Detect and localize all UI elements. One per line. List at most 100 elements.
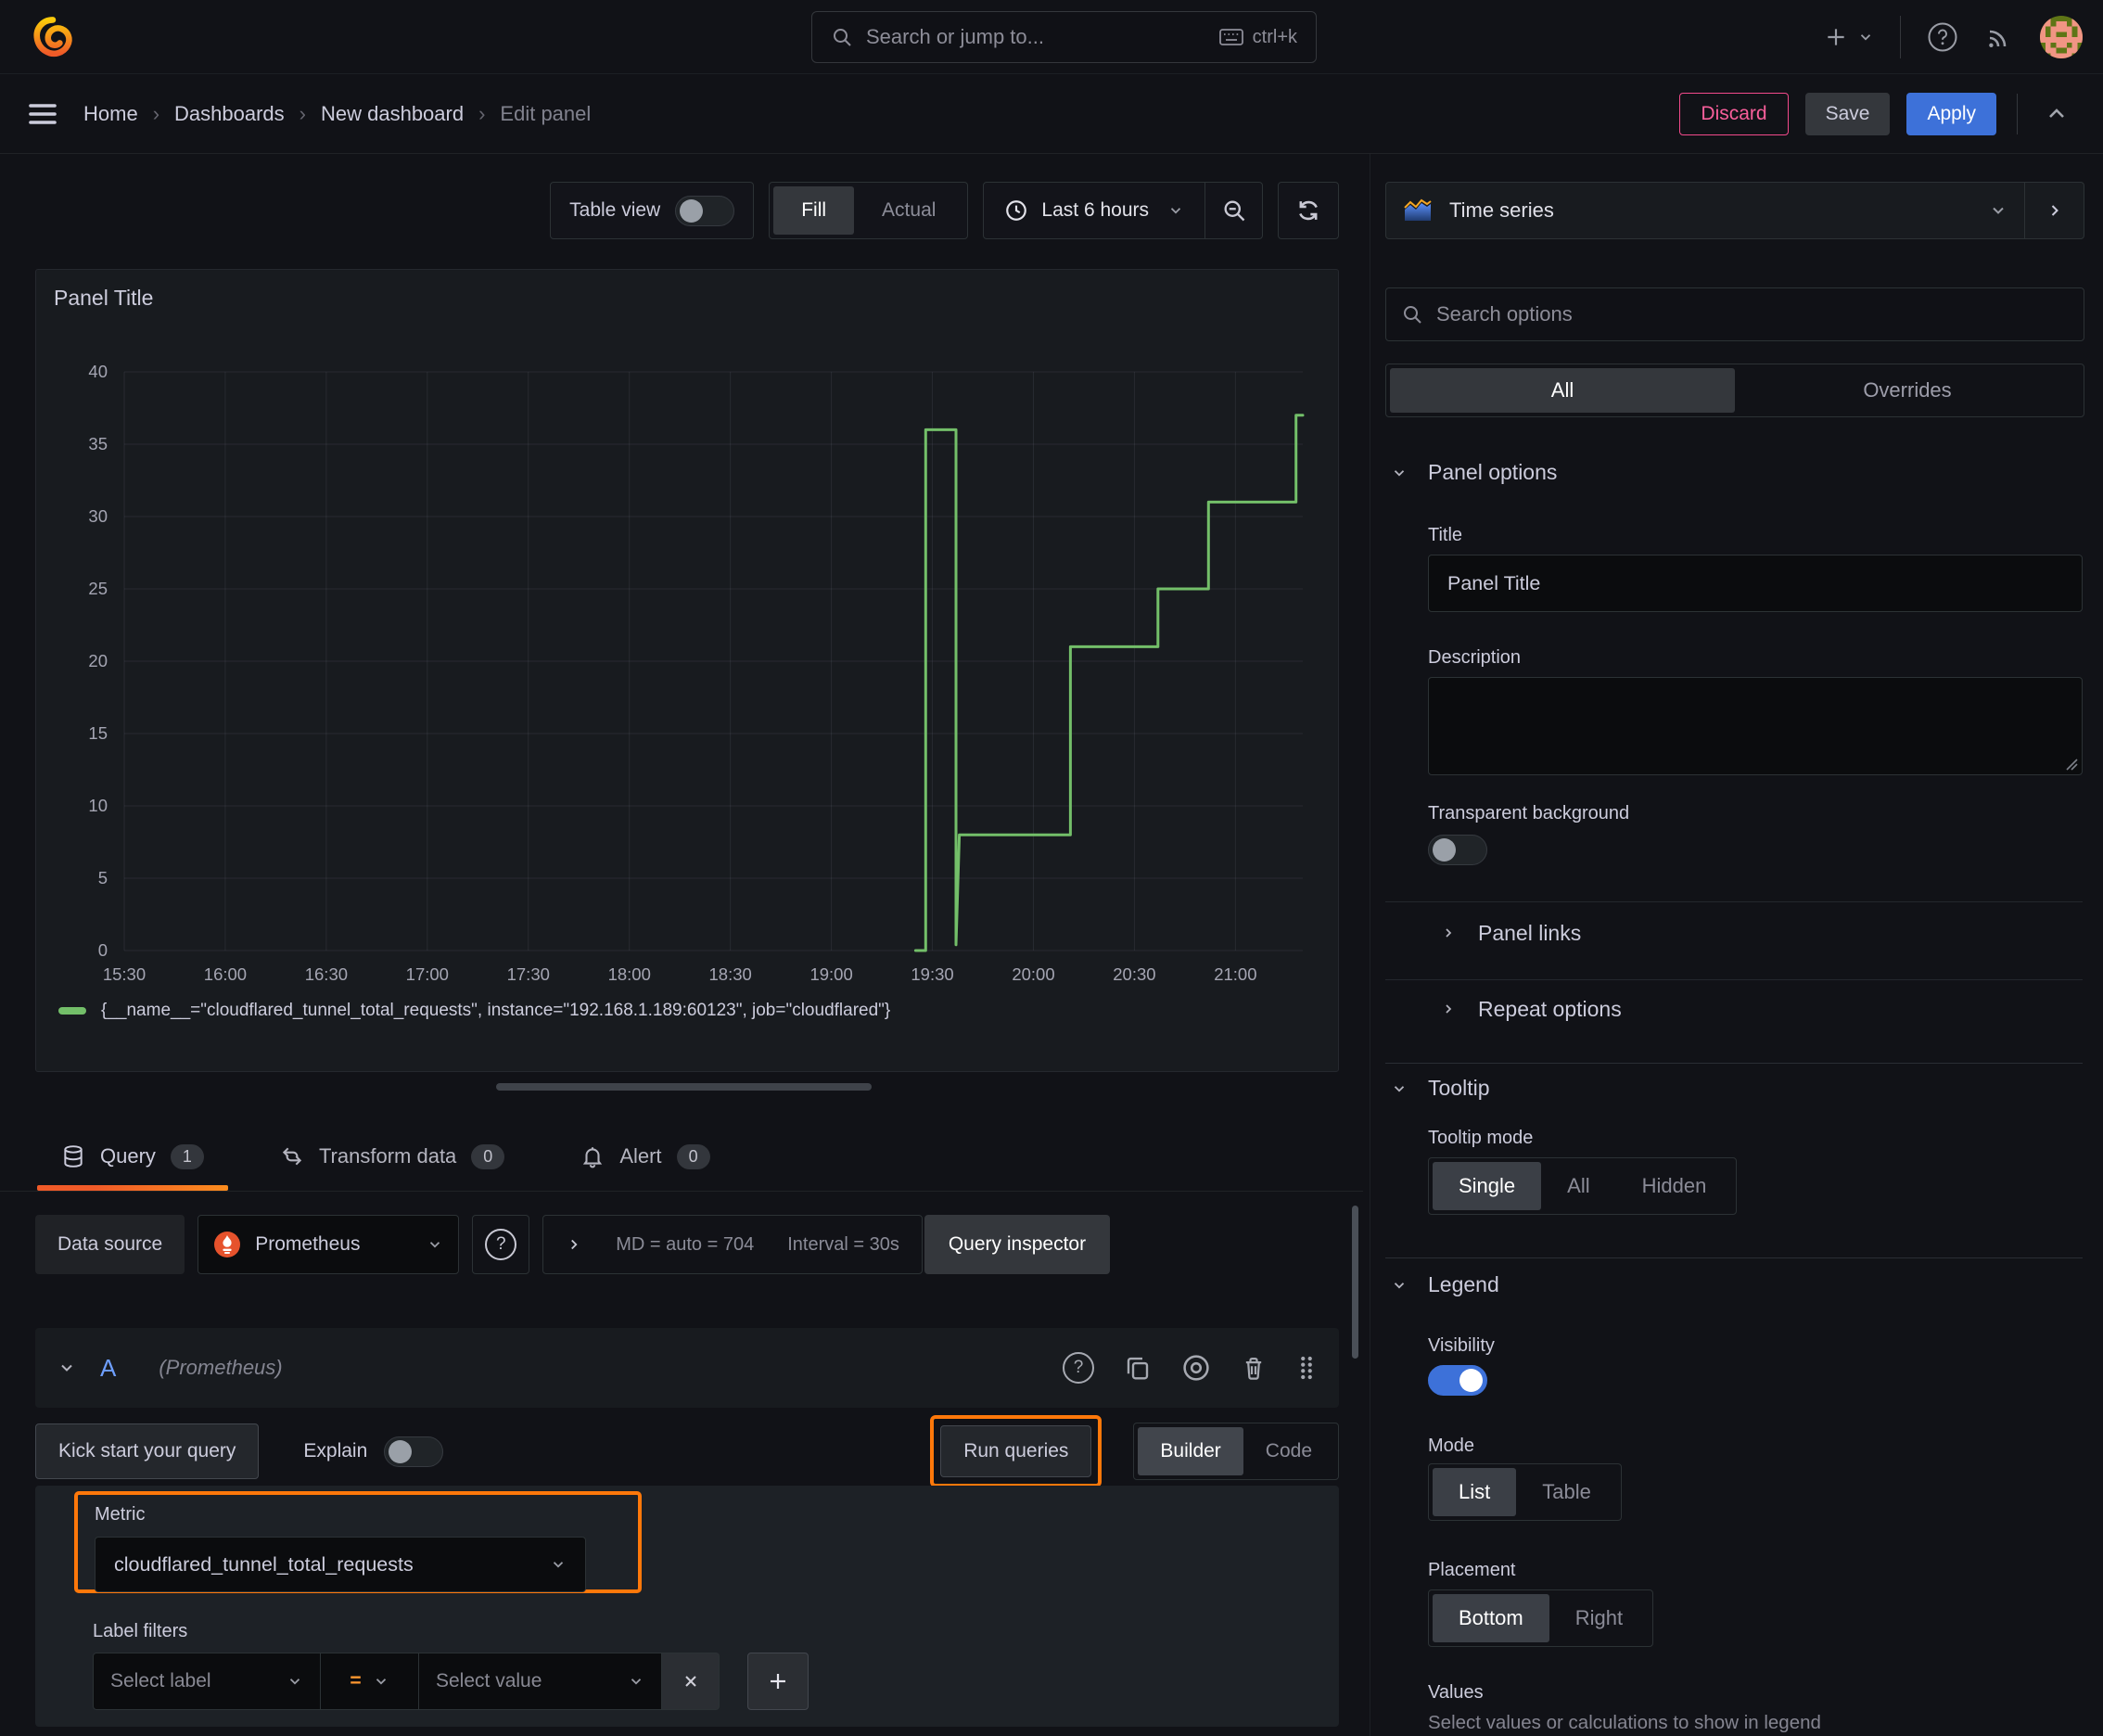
select-value-dropdown[interactable]: Select value bbox=[419, 1653, 662, 1710]
refresh-button[interactable] bbox=[1278, 182, 1339, 239]
tab-all[interactable]: All bbox=[1390, 368, 1735, 413]
tab-transform-data[interactable]: Transform data 0 bbox=[256, 1122, 529, 1191]
breadcrumb-home[interactable]: Home bbox=[83, 102, 138, 126]
news-rss-icon[interactable] bbox=[1984, 22, 2014, 52]
search-shortcut: ctrl+k bbox=[1218, 27, 1297, 48]
tabs-bottom-border bbox=[0, 1191, 1363, 1192]
svg-text:35: 35 bbox=[88, 434, 108, 453]
query-editor-body: Metric cloudflared_tunnel_total_requests… bbox=[35, 1486, 1339, 1727]
visualization-value: Time series bbox=[1449, 198, 1554, 222]
tooltip-single-option[interactable]: Single bbox=[1433, 1162, 1542, 1210]
query-inspector-button[interactable]: Query inspector bbox=[924, 1215, 1111, 1274]
tooltip-section-header[interactable]: Tooltip bbox=[1391, 1076, 1489, 1101]
fill-option[interactable]: Fill bbox=[773, 186, 855, 235]
save-button[interactable]: Save bbox=[1804, 93, 1891, 135]
tab-query[interactable]: Query 1 bbox=[37, 1122, 228, 1191]
code-option[interactable]: Code bbox=[1243, 1427, 1334, 1475]
metric-highlight-box: Metric cloudflared_tunnel_total_requests bbox=[74, 1491, 642, 1593]
discard-button[interactable]: Discard bbox=[1679, 93, 1789, 135]
viz-suggestions-button[interactable] bbox=[2024, 183, 2084, 238]
avatar[interactable] bbox=[2040, 16, 2083, 58]
search-icon bbox=[1401, 303, 1423, 326]
remove-filter-button[interactable] bbox=[662, 1653, 720, 1710]
query-options-collapsed[interactable]: MD = auto = 704 Interval = 30s bbox=[542, 1215, 923, 1274]
menu-hamburger-icon[interactable] bbox=[28, 102, 57, 126]
collapse-query-chevron-icon[interactable] bbox=[57, 1359, 76, 1377]
datasource-picker[interactable]: Prometheus bbox=[198, 1215, 460, 1274]
time-range-control: Last 6 hours bbox=[983, 182, 1263, 239]
global-search-input[interactable]: Search or jump to... ctrl+k bbox=[811, 11, 1317, 63]
query-ref-id[interactable]: A bbox=[100, 1354, 116, 1383]
time-range-picker[interactable]: Last 6 hours bbox=[984, 183, 1204, 238]
select-value-placeholder: Select value bbox=[436, 1670, 542, 1691]
tab-transform-label: Transform data bbox=[318, 1144, 457, 1168]
tooltip-all-option[interactable]: All bbox=[1541, 1162, 1615, 1210]
builder-option[interactable]: Builder bbox=[1138, 1427, 1243, 1475]
visualization-picker: Time series bbox=[1385, 182, 2084, 239]
zoom-out-button[interactable] bbox=[1204, 183, 1262, 238]
datasource-help-button[interactable]: ? bbox=[472, 1215, 530, 1274]
hide-query-eye-icon[interactable] bbox=[1181, 1353, 1211, 1383]
resize-handle-icon[interactable] bbox=[2063, 756, 2078, 771]
svg-text:19:30: 19:30 bbox=[911, 964, 953, 984]
panel-links-section[interactable]: Panel links bbox=[1441, 913, 1581, 953]
transparent-background-toggle[interactable] bbox=[1428, 835, 1487, 865]
explain-toggle[interactable] bbox=[384, 1436, 444, 1467]
tab-overrides[interactable]: Overrides bbox=[1735, 368, 2080, 413]
kick-start-query-button[interactable]: Kick start your query bbox=[35, 1423, 260, 1479]
legend-section-header[interactable]: Legend bbox=[1391, 1272, 1499, 1297]
svg-text:15:30: 15:30 bbox=[103, 964, 146, 984]
time-series-chart[interactable]: 0 5 10 15 20 25 30 35 40 15:30 16:00 16:30 17:00 17:3… bbox=[36, 270, 1338, 1071]
actual-option[interactable]: Actual bbox=[854, 186, 963, 235]
breadcrumb-edit-panel: Edit panel bbox=[500, 102, 592, 125]
legend-bottom-option[interactable]: Bottom bbox=[1433, 1594, 1549, 1642]
query-row-actions: ? bbox=[1063, 1352, 1317, 1384]
vertical-scrollbar[interactable] bbox=[1352, 1206, 1358, 1359]
legend-table-option[interactable]: Table bbox=[1516, 1468, 1617, 1516]
panel-resize-handle[interactable] bbox=[496, 1083, 872, 1091]
duplicate-query-icon[interactable] bbox=[1124, 1354, 1152, 1382]
run-queries-button[interactable]: Run queries bbox=[940, 1425, 1092, 1477]
panel-options-section-header[interactable]: Panel options bbox=[1391, 460, 1557, 485]
description-textarea[interactable] bbox=[1428, 677, 2083, 775]
repeat-options-section[interactable]: Repeat options bbox=[1441, 989, 1622, 1029]
description-label: Description bbox=[1428, 647, 1522, 668]
drag-query-grip-icon[interactable] bbox=[1296, 1354, 1317, 1382]
breadcrumb-new-dashboard[interactable]: New dashboard bbox=[321, 102, 464, 126]
series-color-swatch[interactable] bbox=[58, 1007, 86, 1015]
legend-list-option[interactable]: List bbox=[1433, 1468, 1517, 1516]
query-help-icon[interactable]: ? bbox=[1063, 1352, 1094, 1384]
help-icon[interactable] bbox=[1927, 21, 1958, 53]
series-legend-label[interactable]: {__name__="cloudflared_tunnel_total_requ… bbox=[101, 1001, 890, 1021]
chevron-up-icon[interactable] bbox=[2038, 103, 2075, 125]
panel-options-heading: Panel options bbox=[1428, 460, 1558, 484]
grafana-logo-icon[interactable] bbox=[31, 15, 75, 59]
tab-query-label: Query bbox=[100, 1144, 156, 1168]
operator-dropdown[interactable]: = bbox=[321, 1653, 419, 1710]
svg-text:19:00: 19:00 bbox=[809, 964, 852, 984]
fill-actual-switch: Fill Actual bbox=[769, 182, 969, 239]
tab-alert[interactable]: Alert 0 bbox=[556, 1122, 733, 1191]
visualization-select[interactable]: Time series bbox=[1386, 183, 2024, 238]
options-search-input[interactable] bbox=[1436, 302, 2069, 326]
breadcrumb-dashboards[interactable]: Dashboards bbox=[174, 102, 285, 126]
chevron-down-icon bbox=[287, 1673, 303, 1690]
datasource-label: Data source bbox=[35, 1215, 185, 1274]
add-menu-button[interactable] bbox=[1824, 25, 1874, 49]
legend-visibility-toggle[interactable] bbox=[1428, 1365, 1487, 1396]
refresh-icon bbox=[1295, 198, 1321, 223]
panel-title-input[interactable] bbox=[1428, 555, 2083, 612]
svg-text:25: 25 bbox=[88, 579, 108, 598]
legend-right-option[interactable]: Right bbox=[1549, 1594, 1649, 1642]
breadcrumb-chevron-icon: › bbox=[299, 102, 306, 125]
interval-value: Interval = 30s bbox=[787, 1233, 899, 1255]
apply-button[interactable]: Apply bbox=[1906, 93, 1996, 135]
metric-select[interactable]: cloudflared_tunnel_total_requests bbox=[95, 1537, 586, 1592]
add-filter-button[interactable] bbox=[747, 1653, 809, 1710]
tooltip-hidden-option[interactable]: Hidden bbox=[1616, 1162, 1733, 1210]
select-label-dropdown[interactable]: Select label bbox=[93, 1653, 321, 1710]
table-view-toggle[interactable] bbox=[675, 195, 735, 226]
panel-links-label: Panel links bbox=[1478, 920, 1582, 945]
delete-query-trash-icon[interactable] bbox=[1241, 1355, 1267, 1381]
breadcrumb-chevron-icon: › bbox=[152, 102, 160, 125]
